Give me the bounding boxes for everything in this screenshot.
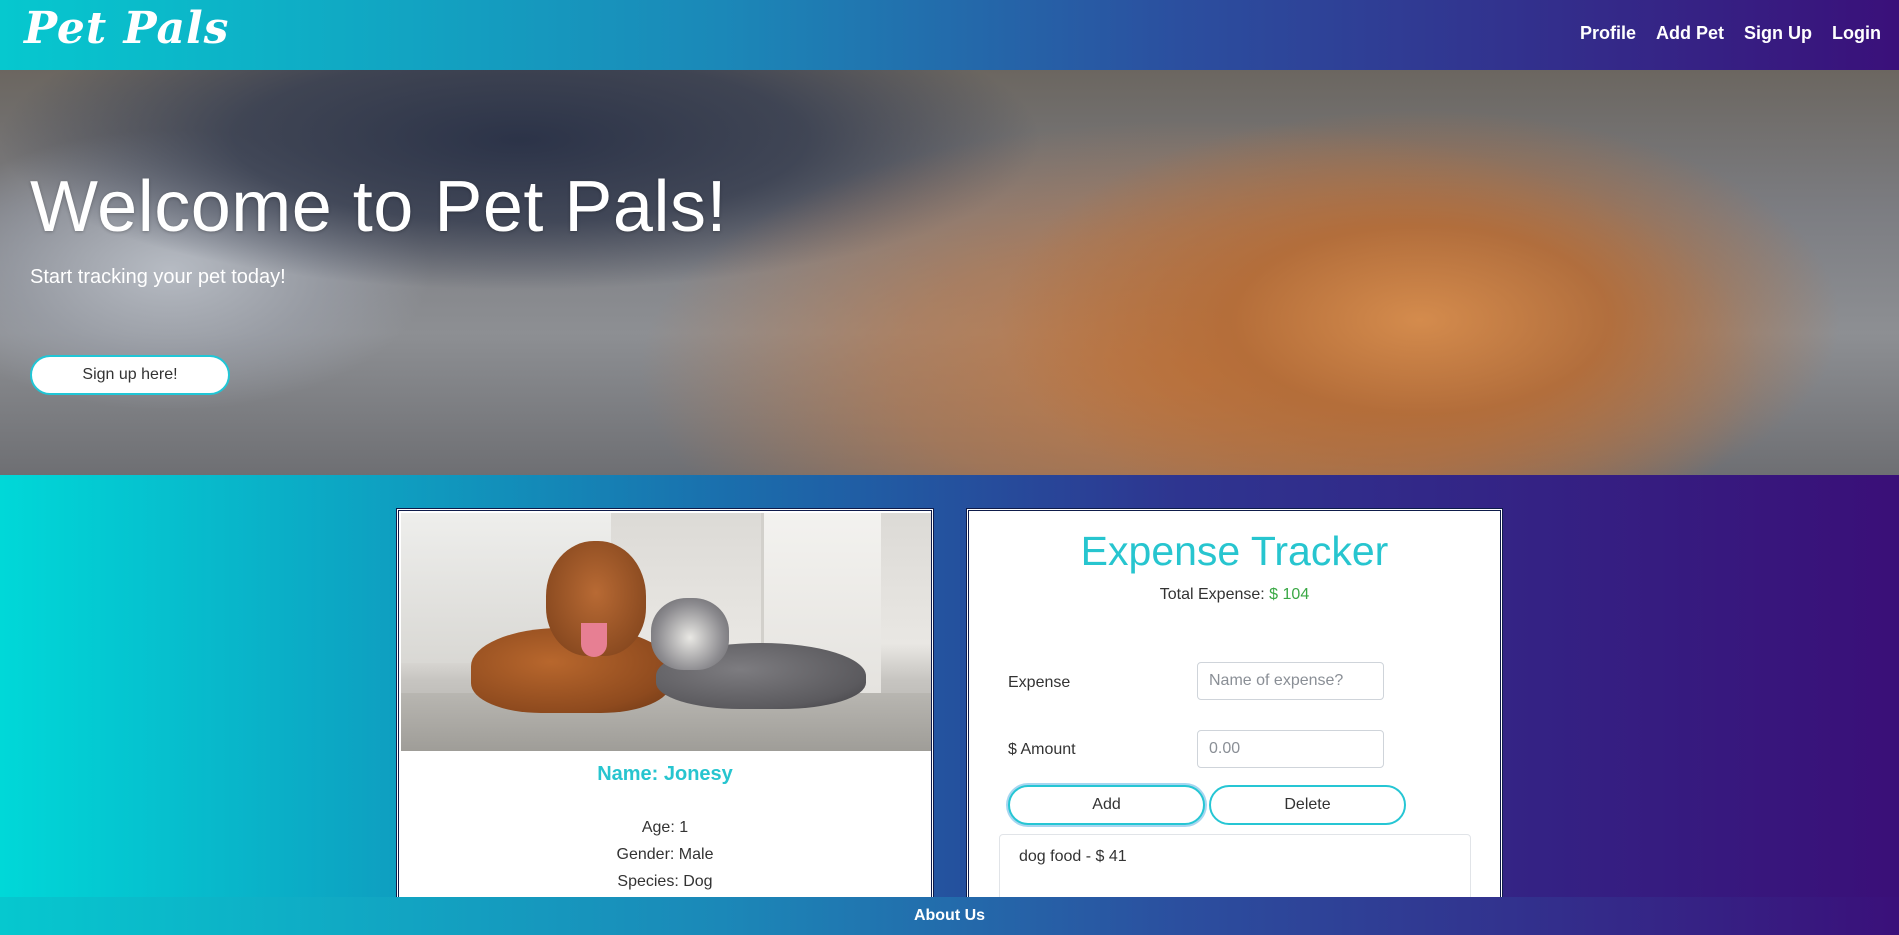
expense-list-item[interactable]: dog food - $ 41 <box>1019 848 1127 866</box>
pet-photo <box>401 513 931 751</box>
nav-link-login[interactable]: Login <box>1832 23 1881 44</box>
expense-label: Expense <box>1008 674 1071 691</box>
hero-title: Welcome to Pet Pals! <box>30 167 727 247</box>
nav-link-add-pet[interactable]: Add Pet <box>1656 23 1724 44</box>
hero-subtitle: Start tracking your pet today! <box>30 266 286 288</box>
expense-name-input[interactable] <box>1197 662 1384 700</box>
dog-tongue <box>581 623 607 657</box>
amount-input[interactable] <box>1197 730 1384 768</box>
pet-gender: Gender: Male <box>616 846 714 863</box>
expense-tracker-title: Expense Tracker <box>1080 528 1389 574</box>
hero-signup-button[interactable]: Sign up here! <box>30 355 230 395</box>
hero-banner: Welcome to Pet Pals! Start tracking your… <box>0 70 1899 475</box>
navbar: Pet Pals Profile Add Pet Sign Up Login <box>0 0 1899 70</box>
nav-links: Profile Add Pet Sign Up Login <box>1580 23 1881 44</box>
total-expense-value: $ 104 <box>1269 586 1310 603</box>
cat-head <box>651 598 729 670</box>
pet-age: Age: 1 <box>641 819 689 836</box>
delete-expense-button[interactable]: Delete <box>1209 785 1406 825</box>
total-expense-row: Total Expense: $ 104 <box>969 586 1500 604</box>
expense-tracker-card: Expense Tracker Total Expense: $ 104 Exp… <box>966 508 1503 900</box>
total-expense-label: Total Expense: <box>1159 586 1265 603</box>
nav-link-profile[interactable]: Profile <box>1580 23 1636 44</box>
amount-label: $ Amount <box>1008 741 1076 758</box>
pet-species: Species: Dog <box>617 873 713 890</box>
pet-card: Name: Jonesy Age: 1 Gender: Male Species… <box>396 508 934 900</box>
expense-list[interactable]: dog food - $ 41 <box>999 834 1471 897</box>
nav-link-sign-up[interactable]: Sign Up <box>1744 23 1812 44</box>
photo-floor <box>401 693 931 751</box>
pet-name: Name: Jonesy <box>597 763 733 785</box>
footer: About Us <box>0 897 1899 935</box>
about-us-link[interactable]: About Us <box>914 907 985 925</box>
brand-logo[interactable]: Pet Pals <box>24 7 229 51</box>
add-expense-button[interactable]: Add <box>1008 785 1205 825</box>
